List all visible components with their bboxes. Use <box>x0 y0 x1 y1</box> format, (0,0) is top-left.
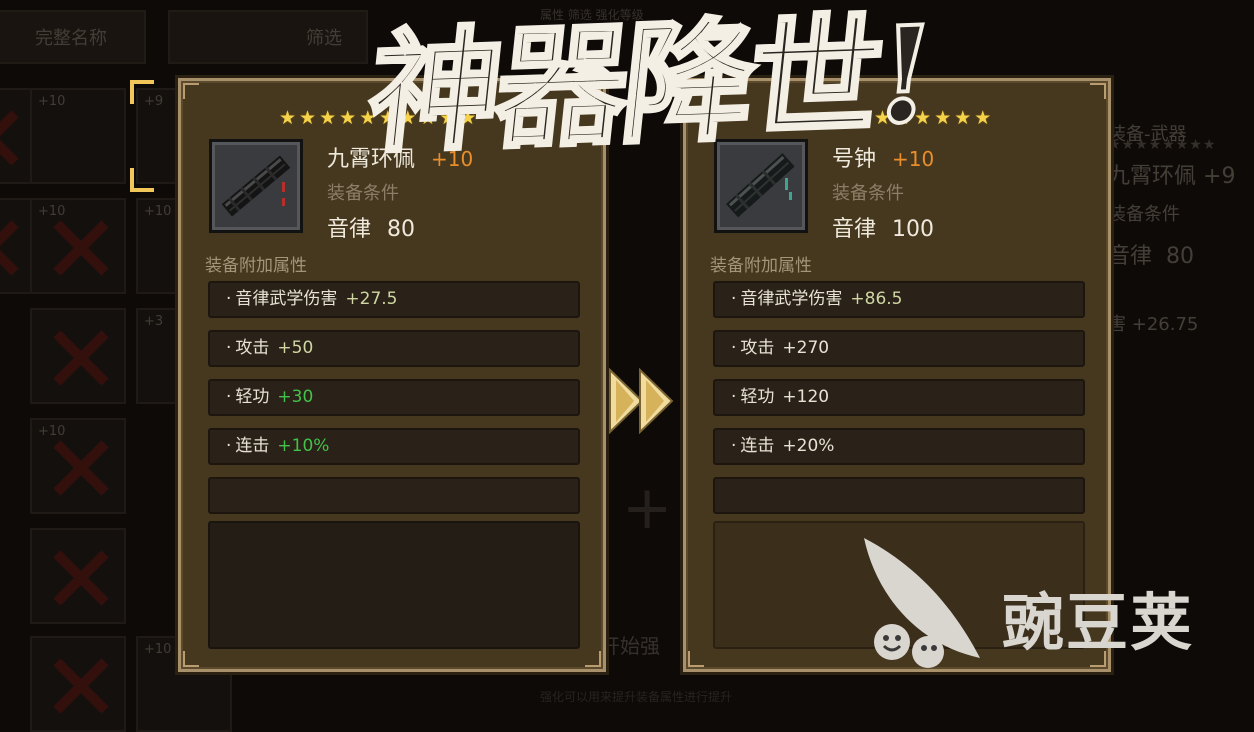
slot-level: +10 <box>144 642 172 657</box>
stat-row: · 音律武学伤害 +27.5 <box>208 281 580 318</box>
item-icon-box[interactable] <box>209 139 303 233</box>
req-label: 音律 <box>832 217 877 242</box>
slot-level: +10 <box>38 424 66 439</box>
slot-level: +10 <box>38 204 66 219</box>
sort-name-button[interactable]: 完整名称 <box>0 10 146 64</box>
stat-row-empty <box>713 477 1085 514</box>
stat-row: · 攻击 +50 <box>208 330 580 367</box>
stat-row: · 连击 +20% <box>713 428 1085 465</box>
watermark-text: 豌豆荚 <box>1002 586 1195 659</box>
slot-level: +3 <box>144 314 164 329</box>
stat-row: · 连击 +10% <box>208 428 580 465</box>
filter-button[interactable]: 筛选 <box>168 10 368 64</box>
star-icon: ★ <box>339 107 357 129</box>
slot-level: +10 <box>38 94 66 109</box>
star-icon: ★ <box>974 107 992 129</box>
req-label: 音律 <box>327 217 372 242</box>
equip-condition-label: 装备条件 <box>832 183 904 204</box>
bg-req: 音律 80 <box>1108 244 1195 269</box>
star-icon: ★ <box>319 107 337 129</box>
inventory-slot[interactable] <box>30 528 126 624</box>
bg-stars: ★★★★★★★★ <box>1108 137 1217 153</box>
enhance-hint: 强化可以用来提升装备属性进行提升 <box>540 690 733 704</box>
inventory-slot[interactable]: +10 <box>30 418 126 514</box>
inventory-slot[interactable] <box>30 308 126 404</box>
bg-equipped-panel: ★★★★★★★★ 装备-武器 九霄环佩 +9 装备条件 音律 80 害 +26.… <box>1108 110 1254 336</box>
description-box <box>208 521 580 649</box>
guqin-icon <box>221 155 291 217</box>
extra-attributes-title: 装备附加属性 <box>205 256 307 276</box>
equip-requirement: 音律 100 <box>832 211 934 243</box>
star-icon: ★ <box>299 107 317 129</box>
selection-bracket-tl <box>130 80 154 104</box>
pea-pod-logo-icon <box>864 538 980 668</box>
inventory-slot[interactable]: +10 <box>30 198 126 294</box>
start-enhance-button[interactable]: 开始强 <box>600 630 660 659</box>
stat-row: · 音律武学伤害 +86.5 <box>713 281 1085 318</box>
bg-stat: 害 +26.75 <box>1108 314 1199 335</box>
stat-row: · 攻击 +270 <box>713 330 1085 367</box>
plus-icon: + <box>622 473 673 543</box>
equip-requirement: 音律 80 <box>327 211 415 243</box>
double-arrow-icon <box>609 368 674 434</box>
sort-name-label: 完整名称 <box>35 28 107 49</box>
req-value: 80 <box>387 217 416 242</box>
selection-bracket-bl <box>130 168 154 192</box>
stat-row: · 轻功 +30 <box>208 379 580 416</box>
star-icon: ★ <box>954 107 972 129</box>
stat-row: · 轻功 +120 <box>713 379 1085 416</box>
banner-title: 神器降世! <box>359 0 938 174</box>
inventory-slot[interactable]: +10 <box>30 88 126 184</box>
equip-condition-label: 装备条件 <box>327 183 399 204</box>
extra-attributes-title: 装备附加属性 <box>710 256 812 276</box>
star-icon: ★ <box>934 107 952 129</box>
req-value: 100 <box>892 217 935 242</box>
stat-row-empty <box>208 477 580 514</box>
slot-level: +10 <box>144 204 172 219</box>
bg-item-name: 九霄环佩 +9 <box>1108 164 1236 189</box>
inventory-slot[interactable] <box>30 636 126 732</box>
filter-label: 筛选 <box>306 28 342 49</box>
star-icon: ★ <box>279 107 297 129</box>
bg-condition: 装备条件 <box>1108 204 1180 225</box>
